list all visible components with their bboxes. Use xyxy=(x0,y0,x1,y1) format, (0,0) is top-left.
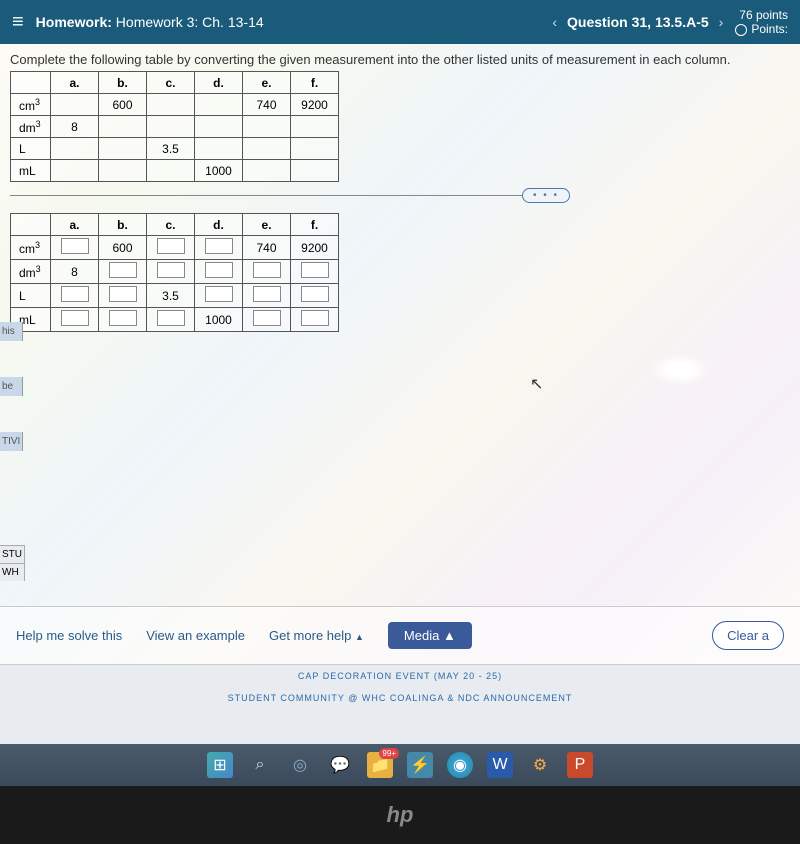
content-area: Complete the following table by converti… xyxy=(0,44,800,664)
question-panel: Complete the following table by converti… xyxy=(0,44,800,664)
homework-label: Homework: xyxy=(36,14,112,30)
clear-button[interactable]: Clear a xyxy=(712,621,784,650)
table-row: L 3.5 xyxy=(11,284,339,308)
unit-L: L xyxy=(11,138,51,160)
answer-input[interactable] xyxy=(61,286,89,302)
answer-input[interactable] xyxy=(205,238,233,254)
unit-dm3: dm3 xyxy=(11,260,51,284)
table-row: cm3 6007409200 xyxy=(11,94,339,116)
table-row: dm3 8 xyxy=(11,260,339,284)
app-header: ≡ Homework: Homework 3: Ch. 13-14 ‹ Ques… xyxy=(0,0,800,44)
score-points: 76 points xyxy=(735,8,788,22)
table-row: cm3 600 740 9200 xyxy=(11,236,339,260)
instruction-text: Complete the following table by converti… xyxy=(10,52,790,67)
app-icon[interactable]: ⚡ xyxy=(407,752,433,778)
header-left: Homework: Homework 3: Ch. 13-14 xyxy=(36,14,541,30)
search-icon[interactable]: ⌕ xyxy=(247,752,273,778)
view-example-link[interactable]: View an example xyxy=(146,628,245,643)
answer-input[interactable] xyxy=(109,262,137,278)
question-nav: ‹ Question 31, 13.5.A-5 › xyxy=(552,14,723,30)
answer-input[interactable] xyxy=(109,286,137,302)
word-icon[interactable]: W xyxy=(487,752,513,778)
table-header-row: a. b. c. d. e. f. xyxy=(11,72,339,94)
unit-cm3: cm3 xyxy=(11,236,51,260)
get-help-dropdown[interactable]: Get more help ▲ xyxy=(269,628,364,643)
cursor-icon: ↖ xyxy=(530,374,543,394)
more-options-button[interactable]: • • • xyxy=(522,188,570,203)
hamburger-icon[interactable]: ≡ xyxy=(12,11,24,34)
unit-mL: mL xyxy=(11,160,51,182)
answer-input[interactable] xyxy=(109,310,137,326)
caret-up-icon: ▲ xyxy=(443,628,456,643)
table-row: dm3 8 xyxy=(11,116,339,138)
answer-input[interactable] xyxy=(157,262,185,278)
points-row: Points: xyxy=(735,22,788,36)
edge-icon[interactable]: ◉ xyxy=(447,752,473,778)
answer-input[interactable] xyxy=(205,262,233,278)
table-row: mL 1000 xyxy=(11,308,339,332)
announcement-2: STUDENT COMMUNITY @ WHC COALINGA & NDC A… xyxy=(0,681,800,703)
answer-input[interactable] xyxy=(253,286,281,302)
answer-input[interactable] xyxy=(301,310,329,326)
answer-input[interactable] xyxy=(157,238,185,254)
divider: • • • xyxy=(10,188,790,203)
start-button[interactable]: ⊞ xyxy=(207,752,233,778)
header-right: 76 points Points: xyxy=(735,8,788,36)
radio-icon xyxy=(735,24,747,36)
question-label: Question 31, 13.5.A-5 xyxy=(567,14,709,30)
answer-input[interactable] xyxy=(301,286,329,302)
settings-icon[interactable]: ⚙ xyxy=(527,752,553,778)
windows-taskbar: ⊞ ⌕ ◎ 💬 📁99+ ⚡ ◉ W ⚙ P xyxy=(0,744,800,786)
unit-cm3: cm3 xyxy=(11,94,51,116)
table-row: L 3.5 xyxy=(11,138,339,160)
answer-input[interactable] xyxy=(253,310,281,326)
answer-input[interactable] xyxy=(205,286,233,302)
laptop-bezel: hp xyxy=(0,786,800,844)
homework-title: Homework 3: Ch. 13-14 xyxy=(116,14,264,30)
screen-glare xyxy=(650,354,710,386)
answer-table: a. b. c. d. e. f. cm3 600 740 9200 dm3 8 xyxy=(10,213,339,332)
side-labels: his be TIVI xyxy=(0,322,23,487)
help-solve-link[interactable]: Help me solve this xyxy=(16,628,122,643)
answer-input[interactable] xyxy=(157,310,185,326)
media-button[interactable]: Media ▲ xyxy=(388,622,472,649)
prev-question-button[interactable]: ‹ xyxy=(552,14,557,30)
powerpoint-icon[interactable]: P xyxy=(567,752,593,778)
table-row: mL 1000 xyxy=(11,160,339,182)
unit-dm3: dm3 xyxy=(11,116,51,138)
chat-icon[interactable]: 💬 xyxy=(327,752,353,778)
file-explorer-icon[interactable]: 📁99+ xyxy=(367,752,393,778)
left-tags: STU WH xyxy=(0,545,25,581)
below-browser: CAP DECORATION EVENT (MAY 20 - 25) STUDE… xyxy=(0,664,800,744)
next-question-button[interactable]: › xyxy=(719,14,724,30)
answer-input[interactable] xyxy=(253,262,281,278)
answer-input[interactable] xyxy=(61,238,89,254)
announcement-1: CAP DECORATION EVENT (MAY 20 - 25) xyxy=(0,665,800,681)
reference-table: a. b. c. d. e. f. cm3 6007409200 dm3 8 L… xyxy=(10,71,339,182)
unit-L: L xyxy=(11,284,51,308)
answer-input[interactable] xyxy=(301,262,329,278)
caret-up-icon: ▲ xyxy=(355,632,364,642)
hp-logo: hp xyxy=(387,802,414,828)
badge-count: 99+ xyxy=(379,748,399,759)
bottom-toolbar: Help me solve this View an example Get m… xyxy=(0,606,800,664)
answer-input[interactable] xyxy=(61,310,89,326)
table-header-row: a. b. c. d. e. f. xyxy=(11,214,339,236)
task-view-icon[interactable]: ◎ xyxy=(287,752,313,778)
